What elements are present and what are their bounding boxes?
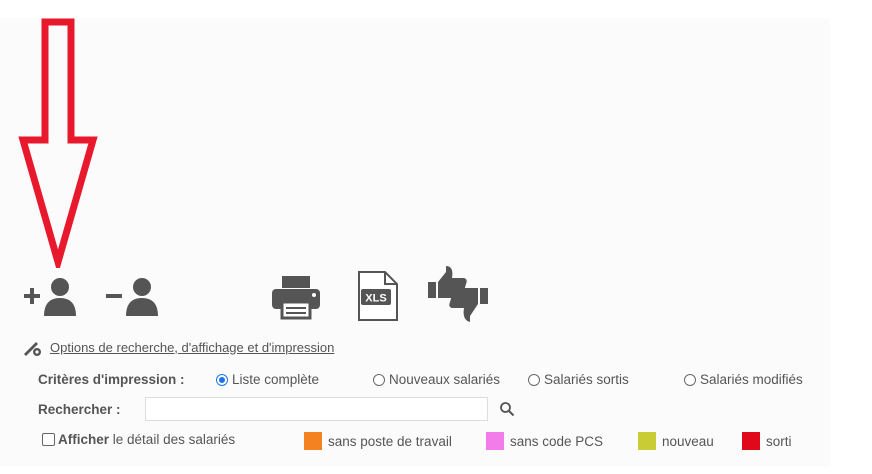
legend-swatch (304, 432, 322, 450)
radio-button[interactable] (373, 374, 385, 386)
search-input[interactable] (145, 397, 488, 421)
radio-button-selected[interactable] (216, 374, 228, 386)
radio-salaries-modifies[interactable]: Salariés modifiés (684, 372, 803, 387)
options-link[interactable]: Options de recherche, d'affichage et d'i… (50, 340, 334, 355)
search-label: Rechercher : (38, 402, 121, 417)
xls-file-icon[interactable]: XLS (355, 270, 399, 322)
add-user-icon[interactable] (22, 276, 80, 318)
criteria-label: Critères d'impression : (38, 372, 185, 387)
radio-salaries-sortis[interactable]: Salariés sortis (528, 372, 629, 387)
options-row: Options de recherche, d'affichage et d'i… (22, 337, 334, 357)
svg-text:XLS: XLS (365, 293, 386, 305)
radio-button[interactable] (528, 374, 540, 386)
detail-checkbox-row[interactable]: Afficher le détail des salariés (42, 432, 235, 447)
print-icon[interactable] (270, 274, 322, 320)
legend-sans-code-pcs: sans code PCS (486, 432, 603, 450)
legend-swatch (638, 432, 656, 450)
legend-nouveau: nouveau (638, 432, 714, 450)
radio-nouveaux-salaries[interactable]: Nouveaux salariés (373, 372, 500, 387)
search-icon[interactable] (499, 401, 515, 417)
legend-swatch (742, 432, 760, 450)
thumbs-up-down-icon[interactable] (424, 264, 494, 326)
settings-wand-icon (24, 342, 41, 356)
legend-sorti: sorti (742, 432, 792, 450)
annotation-arrow (18, 18, 98, 268)
detail-checkbox[interactable] (42, 433, 55, 446)
legend-swatch (486, 432, 504, 450)
legend-sans-poste: sans poste de travail (304, 432, 452, 450)
radio-button[interactable] (684, 374, 696, 386)
remove-user-icon[interactable] (104, 276, 162, 318)
radio-liste-complete[interactable]: Liste complète (216, 372, 319, 387)
